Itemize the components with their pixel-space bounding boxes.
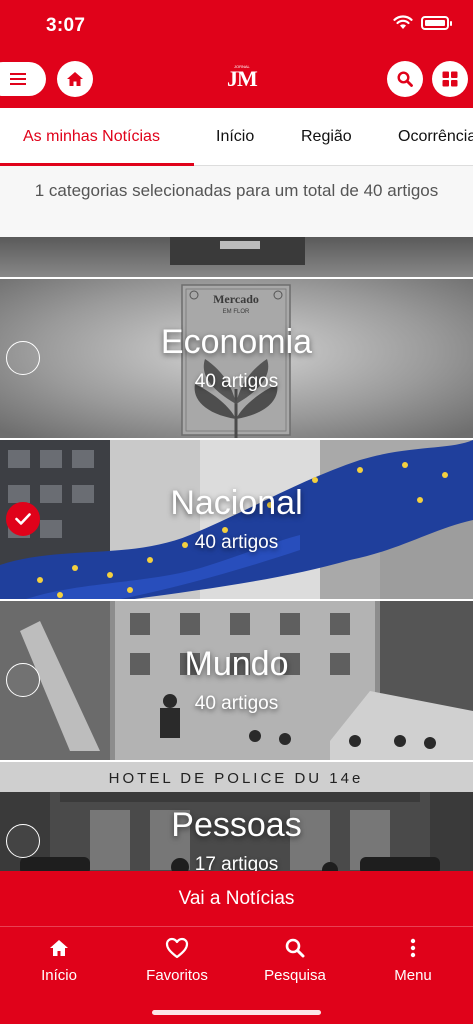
poster-title: Mercado	[213, 292, 259, 306]
category-title: Nacional	[170, 484, 303, 522]
wifi-icon	[393, 15, 413, 29]
selection-summary: 1 categorias selecionadas para um total …	[0, 166, 473, 237]
home-button[interactable]	[57, 61, 93, 97]
nav-label: Menu	[394, 967, 432, 984]
category-count: 40 artigos	[194, 371, 279, 392]
nav-item-inicio[interactable]: Início	[9, 935, 109, 984]
category-card-nacional[interactable]: Nacional 40 artigos	[0, 440, 473, 601]
app-logo[interactable]: JM	[227, 66, 258, 92]
category-card-pessoas[interactable]: HOTEL DE POLICE DU 14e Pessoas 17 artigo…	[0, 762, 473, 871]
tab-regiao[interactable]: Região	[301, 128, 352, 146]
grid-icon	[442, 71, 458, 87]
category-title: Economia	[160, 323, 313, 361]
nav-label: Pesquisa	[264, 967, 326, 984]
status-time: 3:07	[46, 15, 86, 36]
category-title: Pessoas	[171, 806, 302, 844]
home-icon	[67, 72, 83, 86]
go-to-news-button[interactable]: Vai a Notícias	[0, 871, 473, 927]
nav-label: Favoritos	[146, 967, 208, 984]
tab-inicio[interactable]: Início	[216, 128, 254, 146]
category-card-mundo[interactable]: Mundo 40 artigos	[0, 601, 473, 762]
hamburger-icon	[10, 73, 26, 85]
nav-label: Início	[41, 967, 77, 984]
search-button[interactable]	[387, 61, 423, 97]
section-tabs: As minhas Notícias Início Região Ocorrên…	[0, 108, 473, 166]
category-count: 40 artigos	[194, 532, 279, 553]
building-sign: HOTEL DE POLICE DU 14e	[109, 770, 364, 787]
top-app-bar: 3:07 JORNAL JM	[0, 0, 473, 108]
apps-button[interactable]	[432, 61, 468, 97]
category-title: Mundo	[184, 645, 289, 683]
home-indicator	[152, 1010, 321, 1015]
category-count: 17 artigos	[194, 854, 279, 871]
home-icon	[50, 940, 68, 956]
nav-item-pesquisa[interactable]: Pesquisa	[245, 935, 345, 984]
search-icon	[285, 938, 305, 958]
more-vertical-icon	[410, 938, 416, 958]
category-card-economia[interactable]: Mercado EM FLOR Economia 40 artigos	[0, 279, 473, 440]
heart-icon	[165, 937, 189, 959]
category-image	[0, 237, 473, 277]
menu-button[interactable]	[0, 62, 46, 96]
category-card-partial[interactable]	[0, 237, 473, 279]
nav-item-menu[interactable]: Menu	[363, 935, 463, 984]
status-icons	[393, 15, 452, 30]
category-list[interactable]: Mercado EM FLOR Economia 40 artigos Naci…	[0, 237, 473, 871]
search-icon	[397, 71, 413, 87]
category-count: 40 artigos	[194, 693, 279, 714]
poster-subtitle: EM FLOR	[223, 309, 250, 315]
tab-my-news[interactable]: As minhas Notícias	[23, 128, 160, 146]
battery-icon	[421, 15, 452, 30]
tab-ocorrencia[interactable]: Ocorrência	[398, 128, 473, 146]
nav-item-favoritos[interactable]: Favoritos	[127, 935, 227, 984]
